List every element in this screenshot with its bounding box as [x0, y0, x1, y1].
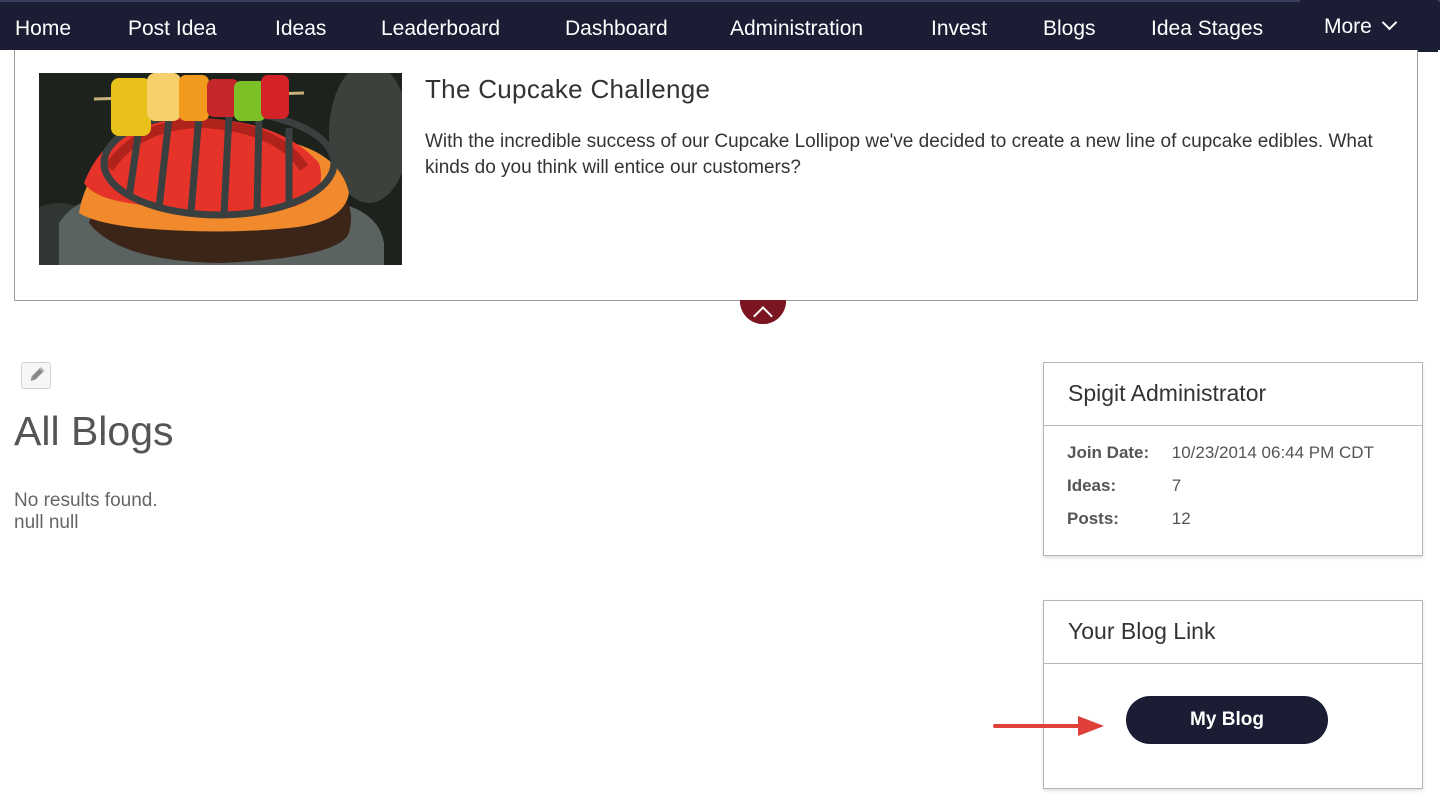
stat-label: Ideas:: [1067, 476, 1117, 495]
blog-link-title: Your Blog Link: [1044, 601, 1422, 664]
nav-post-idea[interactable]: Post Idea: [128, 2, 217, 50]
nav-invest[interactable]: Invest: [931, 2, 987, 50]
blog-link-card: Your Blog Link My Blog: [1043, 600, 1423, 789]
challenge-title: The Cupcake Challenge: [425, 74, 711, 104]
annotation-arrow-icon: [993, 716, 1104, 736]
nav-administration[interactable]: Administration: [730, 2, 863, 50]
stat-value: 10/23/2014 06:44 PM CDT: [1171, 443, 1374, 462]
chevron-up-icon: [753, 306, 773, 324]
nav-more-menu[interactable]: More: [1300, 0, 1438, 52]
edit-button[interactable]: [21, 362, 51, 389]
top-navigation-bar: Home Post Idea Ideas Leaderboard Dashboa…: [0, 0, 1440, 50]
collapse-button-mask: [730, 251, 800, 300]
stat-value: 7: [1171, 476, 1182, 495]
stat-label: Join Date:: [1067, 443, 1150, 462]
nav-home[interactable]: Home: [15, 2, 71, 50]
stat-label: Posts:: [1067, 509, 1119, 528]
challenge-banner: The Cupcake Challenge With the incredibl…: [14, 50, 1418, 301]
challenge-image: [39, 73, 402, 265]
profile-card: Spigit Administrator Join Date: 10/23/20…: [1043, 362, 1423, 556]
my-blog-button[interactable]: My Blog: [1126, 696, 1328, 744]
nav-leaderboard[interactable]: Leaderboard: [381, 2, 500, 50]
nav-more-wrap[interactable]: More: [1324, 0, 1398, 48]
no-results-text: No results found.: [14, 490, 158, 511]
stat-posts: Posts: 12: [1067, 509, 1191, 529]
nav-blogs[interactable]: Blogs: [1043, 2, 1096, 50]
pencil-icon: [30, 367, 45, 381]
stat-ideas: Ideas: 7: [1067, 476, 1181, 496]
chevron-down-icon: [1381, 14, 1398, 31]
nav-more-label: More: [1324, 15, 1372, 38]
challenge-description: With the incredible success of our Cupca…: [425, 131, 1373, 178]
nav-idea-stages[interactable]: Idea Stages: [1151, 2, 1263, 50]
stat-join-date: Join Date: 10/23/2014 06:44 PM CDT: [1067, 443, 1374, 463]
stat-value: 12: [1171, 509, 1191, 528]
cupcake-picture: [39, 73, 402, 265]
nav-ideas[interactable]: Ideas: [275, 2, 326, 50]
null-text: null null: [14, 512, 79, 533]
profile-name: Spigit Administrator: [1044, 363, 1422, 426]
page-title: All Blogs: [14, 408, 174, 454]
nav-dashboard[interactable]: Dashboard: [565, 2, 668, 50]
